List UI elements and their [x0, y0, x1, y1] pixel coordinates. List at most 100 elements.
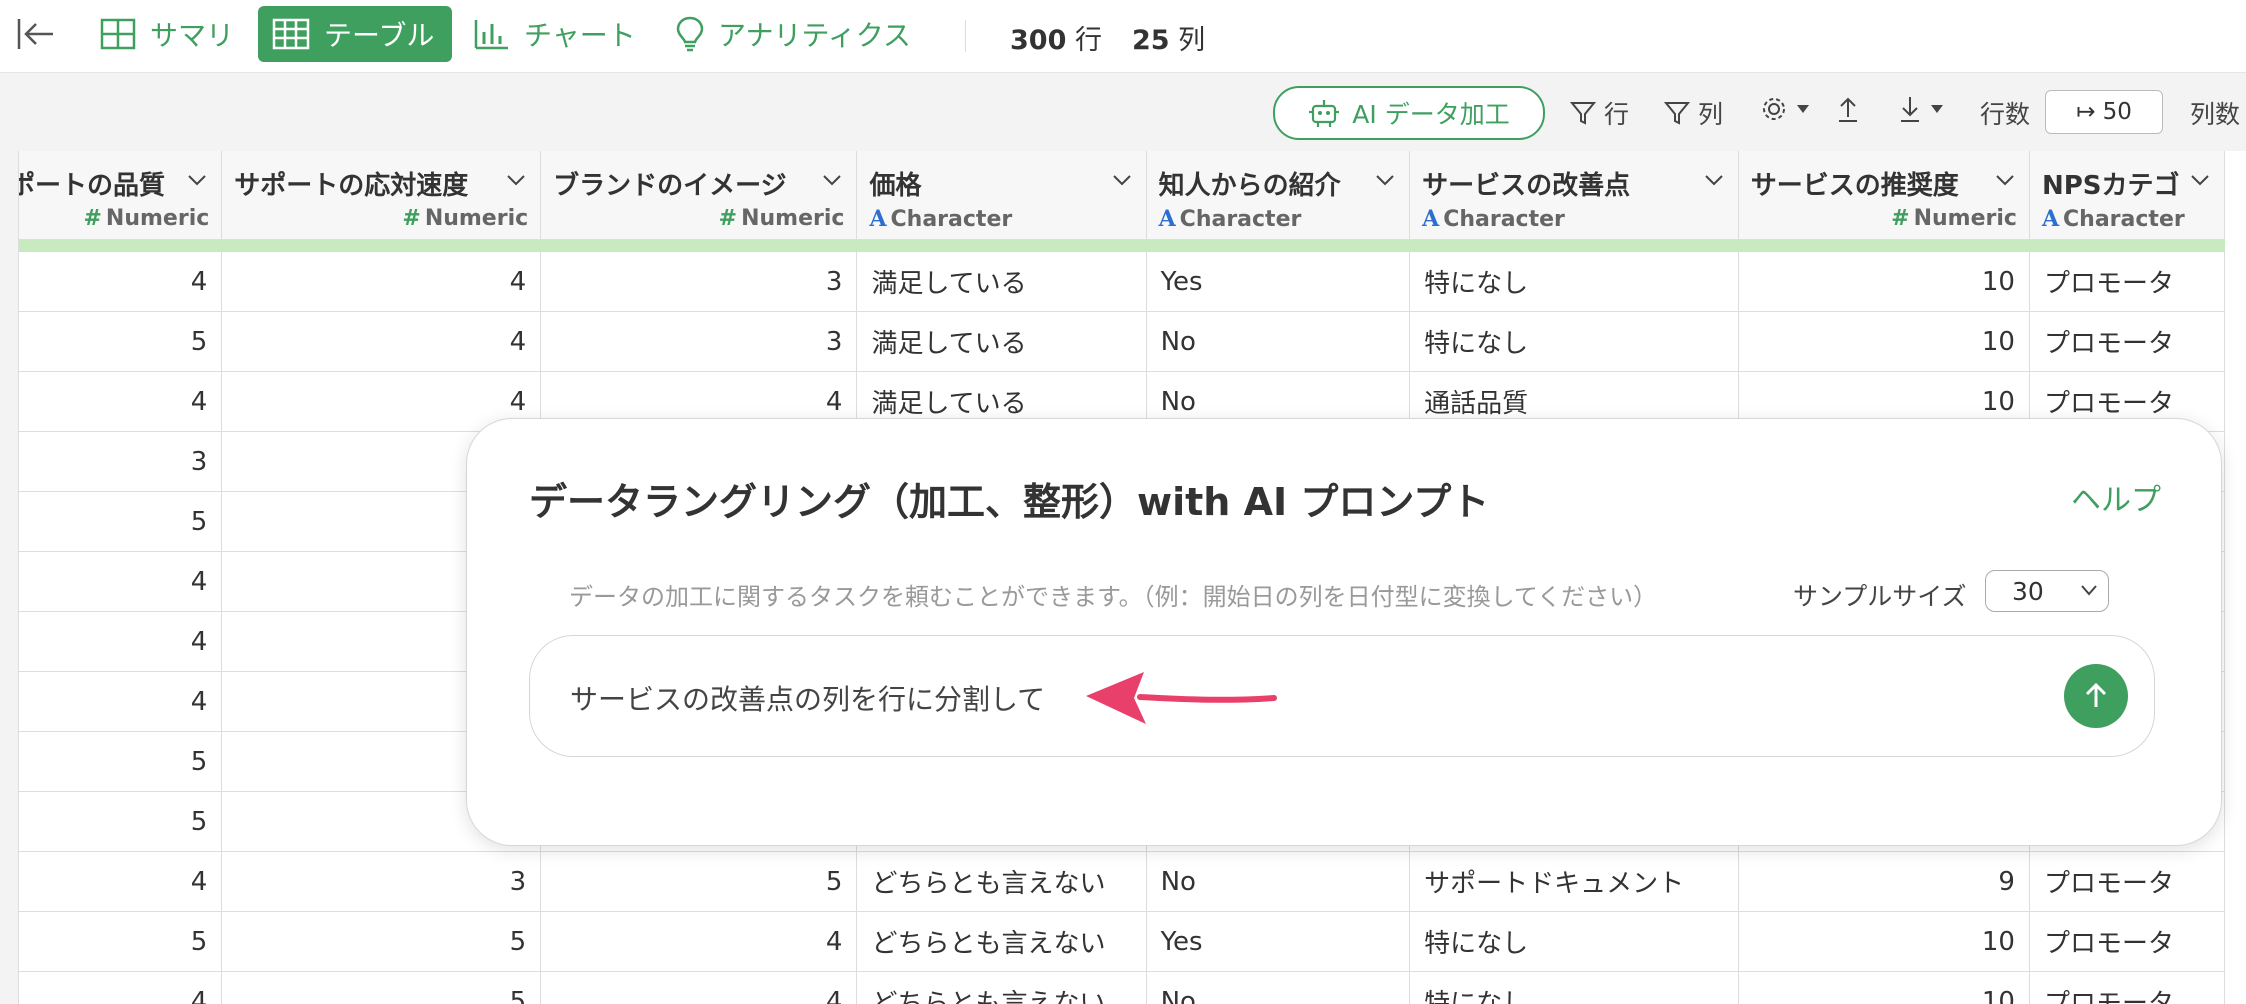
- column-header[interactable]: ポートの品質 # Numeric: [19, 151, 223, 240]
- table-cell[interactable]: 4: [221, 252, 542, 312]
- table-cell[interactable]: 3: [221, 851, 542, 912]
- table-cell[interactable]: 5: [19, 911, 223, 972]
- table-cell[interactable]: 5: [221, 911, 542, 972]
- upload-icon: [1839, 97, 1857, 122]
- column-name: ブランドのイメージ: [553, 171, 787, 201]
- tab-summary-label: サマリ: [150, 19, 235, 52]
- table-cell[interactable]: どちらとも言えない: [856, 851, 1147, 912]
- column-name: サービスの推奨度: [1750, 171, 1959, 201]
- table-cell[interactable]: 4: [221, 311, 542, 372]
- filter-icon: [1664, 102, 1690, 125]
- table-cell[interactable]: プロモータ: [2029, 971, 2226, 1004]
- column-type: A Character: [869, 206, 1133, 232]
- caret-down-icon: [1797, 105, 1809, 113]
- table-cell[interactable]: 5: [19, 491, 223, 552]
- table-cell[interactable]: 特になし: [1409, 311, 1739, 372]
- column-header[interactable]: NPSカテゴ A Character: [2029, 151, 2226, 240]
- table-cell[interactable]: No: [1146, 851, 1411, 912]
- character-type-icon: A: [1422, 206, 1440, 232]
- table-cell[interactable]: 満足している: [856, 252, 1147, 312]
- table-cell[interactable]: 5: [221, 971, 542, 1004]
- collapse-left-icon[interactable]: [16, 16, 56, 52]
- annotation-arrow-icon: [1086, 672, 1277, 724]
- column-header[interactable]: 価格 A Character: [856, 151, 1147, 240]
- column-header[interactable]: ブランドのイメージ # Numeric: [540, 151, 858, 240]
- sample-size-value: 30: [2012, 576, 2044, 606]
- chevron-down-icon[interactable]: [2190, 173, 2210, 187]
- sample-size-select[interactable]: 30: [1985, 570, 2109, 612]
- table-cell[interactable]: プロモータ: [2029, 851, 2226, 912]
- chevron-down-icon[interactable]: [1995, 173, 2015, 187]
- table-cell[interactable]: どちらとも言えない: [856, 971, 1147, 1004]
- column-header[interactable]: サービスの改善点 A Character: [1409, 151, 1739, 240]
- column-header[interactable]: サポートの応対速度 # Numeric: [221, 151, 542, 240]
- chevron-down-icon[interactable]: [822, 173, 842, 187]
- prompt-input[interactable]: サービスの改善点の列を行に分割して: [529, 635, 2155, 757]
- table-cell[interactable]: 4: [19, 851, 223, 912]
- chevron-down-icon[interactable]: [187, 173, 207, 187]
- table-cell[interactable]: No: [1146, 311, 1411, 372]
- table-cell[interactable]: 4: [540, 911, 858, 972]
- send-button[interactable]: [2064, 664, 2128, 728]
- column-name: NPSカテゴ: [2041, 171, 2180, 201]
- table-cell[interactable]: 3: [540, 311, 858, 372]
- tab-table[interactable]: テーブル: [258, 6, 452, 62]
- table-cell[interactable]: プロモータ: [2029, 911, 2226, 972]
- row-filter-label: 行: [1604, 100, 1630, 129]
- table-cell[interactable]: 5: [19, 731, 223, 792]
- table-cell[interactable]: 4: [19, 371, 223, 432]
- column-filter-button[interactable]: 列: [1664, 95, 1723, 131]
- table-cell[interactable]: 特になし: [1409, 252, 1739, 312]
- table-cell[interactable]: 4: [540, 971, 858, 1004]
- settings-menu-button[interactable]: [1760, 95, 1818, 123]
- column-type: # Numeric: [234, 206, 528, 231]
- table-cell[interactable]: 5: [19, 791, 223, 852]
- top-nav: サマリ テーブル チャート アナリティクス 300 行 25 列: [0, 0, 2246, 73]
- prompt-input-text[interactable]: サービスの改善点の列を行に分割して: [570, 678, 1045, 718]
- chevron-down-icon[interactable]: [1375, 173, 1395, 187]
- table-cell[interactable]: 9: [1738, 851, 2030, 912]
- column-filter-label: 列: [1698, 100, 1724, 129]
- column-type: # Numeric: [19, 206, 209, 231]
- table-cell[interactable]: どちらとも言えない: [856, 911, 1147, 972]
- help-link[interactable]: ヘルプ: [2071, 475, 2161, 519]
- ai-wrangling-button[interactable]: AI データ加工: [1273, 86, 1545, 140]
- column-header[interactable]: 知人からの紹介 A Character: [1146, 151, 1411, 240]
- chevron-down-icon: [2081, 585, 2097, 596]
- table-cell[interactable]: 4: [19, 971, 223, 1004]
- tab-analytics[interactable]: アナリティクス: [662, 6, 925, 62]
- table-cell[interactable]: 10: [1738, 252, 2030, 312]
- tab-chart[interactable]: チャート: [460, 6, 650, 62]
- download-menu-button[interactable]: [1898, 95, 1952, 123]
- table-row: 5 5 4 どちらとも言えない Yes 特になし 10 プロモータ: [19, 911, 2226, 972]
- table-cell[interactable]: プロモータ: [2029, 252, 2226, 312]
- table-cell[interactable]: プロモータ: [2029, 311, 2226, 372]
- table-cell[interactable]: 特になし: [1409, 911, 1739, 972]
- table-cell[interactable]: Yes: [1146, 252, 1411, 312]
- table-cell[interactable]: サポートドキュメント: [1409, 851, 1739, 912]
- table-cell[interactable]: 10: [1738, 311, 2030, 372]
- table-cell[interactable]: 10: [1738, 911, 2030, 972]
- upload-button[interactable]: [1836, 95, 1868, 123]
- table-cell[interactable]: 4: [19, 671, 223, 732]
- table-cell[interactable]: 4: [19, 551, 223, 612]
- table-cell[interactable]: 5: [19, 311, 223, 372]
- rows-count-input[interactable]: ↦ 50: [2045, 90, 2163, 134]
- table-cell[interactable]: 満足している: [856, 311, 1147, 372]
- row-filter-button[interactable]: 行: [1570, 95, 1629, 131]
- chevron-down-icon[interactable]: [1704, 173, 1724, 187]
- table-cell[interactable]: Yes: [1146, 911, 1411, 972]
- table-cell[interactable]: 4: [19, 252, 223, 312]
- table-cell[interactable]: 3: [19, 431, 223, 492]
- table-cell[interactable]: No: [1146, 971, 1411, 1004]
- table-cell[interactable]: 10: [1738, 971, 2030, 1004]
- table-cell[interactable]: 特になし: [1409, 971, 1739, 1004]
- table-cell[interactable]: 3: [540, 252, 858, 312]
- table-cell[interactable]: 5: [540, 851, 858, 912]
- chevron-down-icon[interactable]: [506, 173, 526, 187]
- table-row: 4 3 5 どちらとも言えない No サポートドキュメント 9 プロモータ: [19, 851, 2226, 912]
- tab-summary[interactable]: サマリ: [86, 6, 248, 62]
- chevron-down-icon[interactable]: [1112, 173, 1132, 187]
- column-header[interactable]: サービスの推奨度 # Numeric: [1738, 151, 2030, 240]
- table-cell[interactable]: 4: [19, 611, 223, 672]
